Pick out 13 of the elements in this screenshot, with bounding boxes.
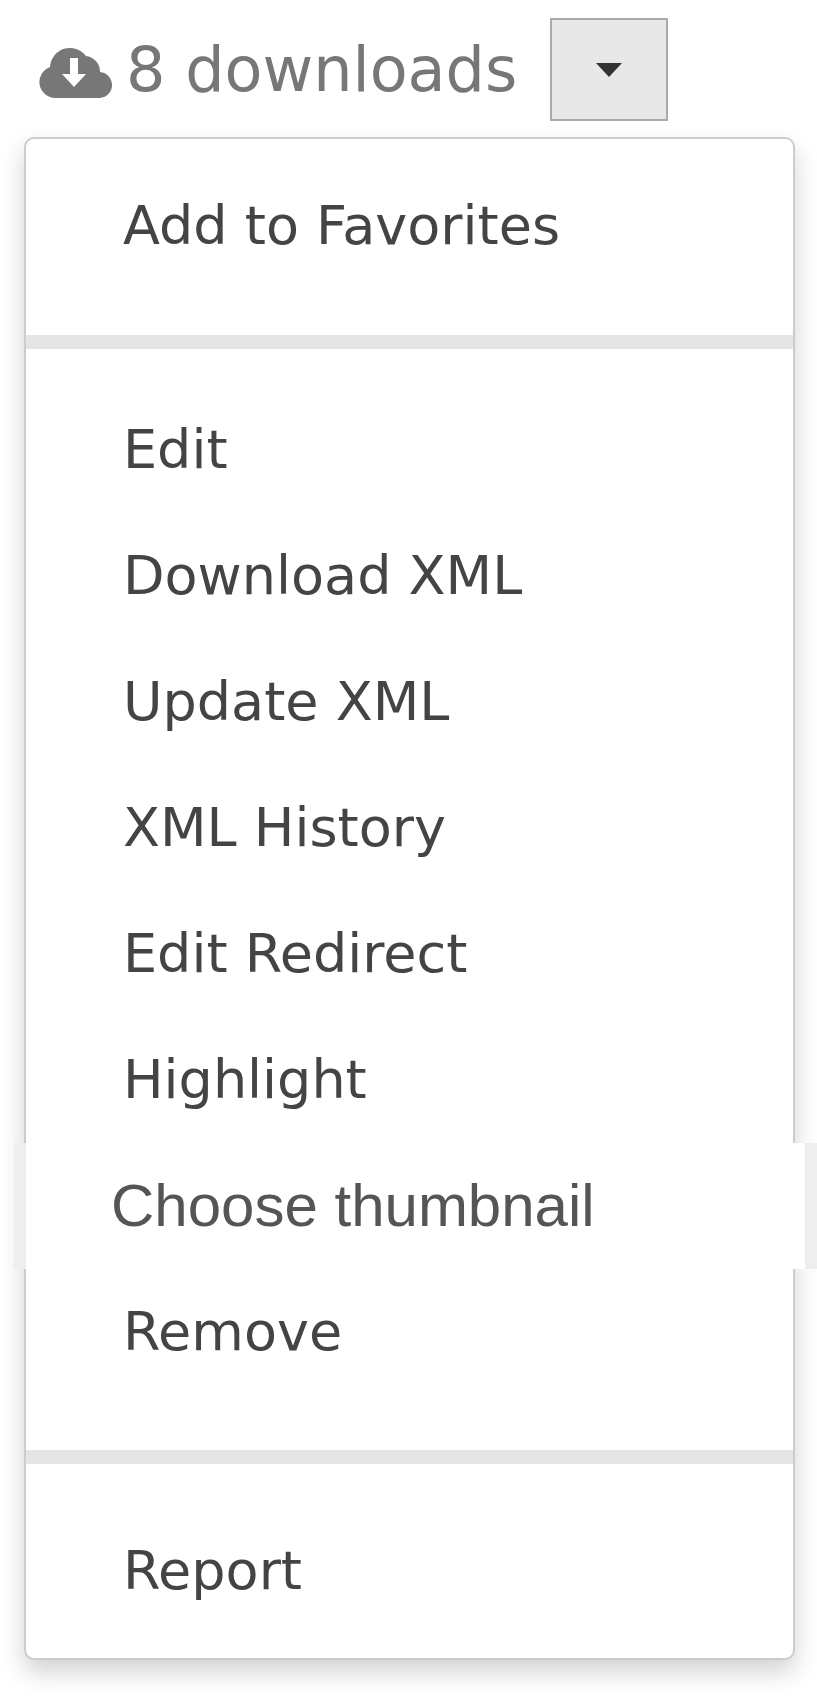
menu-item[interactable]: Download XML xyxy=(26,513,793,639)
menu-item[interactable]: Report xyxy=(26,1508,793,1634)
download-count: 8 downloads xyxy=(126,33,519,106)
menu-item[interactable]: Update XML xyxy=(26,639,793,765)
dropdown-toggle[interactable] xyxy=(550,18,668,121)
menu-item[interactable]: Highlight xyxy=(26,1017,793,1143)
menu-item[interactable]: Add to Favorites xyxy=(26,163,793,289)
menu-item[interactable]: Edit Redirect xyxy=(26,891,793,1017)
menu-item[interactable]: Remove xyxy=(26,1269,793,1395)
menu-item[interactable]: Choose thumbnail xyxy=(14,1143,817,1269)
menu-item[interactable]: Edit xyxy=(26,387,793,513)
caret-icon xyxy=(596,62,622,77)
menu-item[interactable]: XML History xyxy=(26,765,793,891)
